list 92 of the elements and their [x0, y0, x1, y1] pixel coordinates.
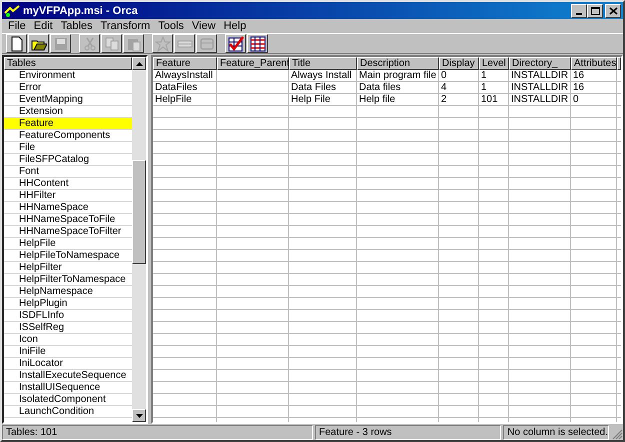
menu-item[interactable]: Tables — [56, 19, 96, 33]
table-list-item[interactable]: FeatureComponents — [4, 130, 132, 142]
table-list-item[interactable]: Feature — [4, 118, 132, 130]
table-cell[interactable]: 2 — [439, 94, 479, 106]
table-list-item[interactable]: Font — [4, 166, 132, 178]
table-cell[interactable]: 1 — [479, 82, 509, 94]
scissors-icon — [82, 36, 98, 52]
table-list-item[interactable]: InstallExecuteSequence — [4, 370, 132, 382]
table-cell[interactable]: Always Install — [289, 70, 357, 82]
column-header[interactable]: Level — [479, 57, 509, 70]
column-header[interactable]: Title — [289, 57, 357, 70]
table-cell[interactable]: INSTALLDIR — [509, 70, 571, 82]
table-list-item[interactable]: IsolatedComponent — [4, 394, 132, 406]
copy-icon — [104, 36, 120, 52]
app-icon — [4, 4, 20, 18]
column-header[interactable]: Description — [357, 57, 439, 70]
table-cell[interactable]: 16 — [571, 82, 617, 94]
table-list-item[interactable]: File — [4, 142, 132, 154]
table-cell[interactable]: INSTALLDIR — [509, 82, 571, 94]
menu-item[interactable]: Transform — [96, 19, 154, 33]
column-header[interactable]: Feature — [153, 57, 217, 70]
table-cell[interactable]: HelpFile — [153, 94, 217, 106]
scrollbar-thumb[interactable] — [132, 160, 146, 264]
new-file-icon — [8, 36, 24, 52]
scroll-down-button[interactable] — [132, 409, 146, 422]
table-cell[interactable]: 1 — [479, 70, 509, 82]
resize-grip-icon — [611, 428, 623, 440]
table-list-item[interactable]: HelpFile — [4, 238, 132, 250]
maximize-icon — [590, 6, 600, 14]
table-list-item[interactable]: LaunchCondition — [4, 406, 132, 418]
table-list-item[interactable]: FileSFPCatalog — [4, 154, 132, 166]
table-list-item[interactable]: HelpFilterToNamespace — [4, 274, 132, 286]
table-list-item[interactable]: HelpNamespace — [4, 286, 132, 298]
striped-table-icon — [250, 36, 266, 52]
toolbar-button[interactable] — [225, 34, 246, 53]
menu-item[interactable]: View — [188, 19, 220, 33]
table-icon — [198, 36, 214, 52]
table-cell[interactable]: 0 — [439, 70, 479, 82]
star-icon — [154, 36, 170, 52]
table-cell[interactable]: 0 — [571, 94, 617, 106]
table-cell[interactable]: 4 — [439, 82, 479, 94]
column-header[interactable]: Tables — [4, 57, 132, 70]
table-list-item[interactable]: Error — [4, 82, 132, 94]
menu-item[interactable]: File — [4, 19, 30, 33]
table-cell[interactable]: Data Files — [289, 82, 357, 94]
table-list-item[interactable]: InstallUISequence — [4, 382, 132, 394]
table-list-item[interactable]: HHFilter — [4, 190, 132, 202]
scroll-up-button[interactable] — [132, 57, 146, 70]
column-header[interactable]: Display — [439, 57, 479, 70]
menu-item[interactable]: Tools — [154, 19, 188, 33]
table-list-item[interactable]: HHNameSpaceToFile — [4, 214, 132, 226]
toolbar-button[interactable] — [6, 34, 27, 53]
toolbar-button[interactable] — [28, 34, 49, 53]
status-text: Feature - 3 rows — [315, 425, 502, 440]
status-text: Tables: 101 — [2, 425, 313, 440]
table-cell[interactable]: AlwaysInstall — [153, 70, 217, 82]
menu-item[interactable]: Help — [220, 19, 250, 33]
table-list-item[interactable]: HHNameSpace — [4, 202, 132, 214]
table-list-item[interactable]: ISSelfReg — [4, 322, 132, 334]
table-list-item[interactable]: IniLocator — [4, 358, 132, 370]
table-list-item[interactable]: EventMapping — [4, 94, 132, 106]
table-cell[interactable]: 16 — [571, 70, 617, 82]
table-cell[interactable]: Help file — [357, 94, 439, 106]
table-list-item[interactable]: HHContent — [4, 178, 132, 190]
table-list-item[interactable]: ISDFLInfo — [4, 310, 132, 322]
toolbar-button[interactable] — [247, 34, 268, 53]
table-cell[interactable]: DataFiles — [153, 82, 217, 94]
maximize-button[interactable] — [587, 4, 603, 18]
table-list-item[interactable]: Environment — [4, 70, 132, 82]
down-arrow-icon — [136, 414, 142, 418]
status-text: No column is selected. — [503, 425, 609, 440]
checkmark-grid-icon — [228, 36, 244, 52]
minimize-button[interactable] — [571, 4, 587, 18]
minimize-icon — [576, 12, 582, 14]
column-header[interactable]: Attributes — [571, 57, 617, 70]
close-button[interactable] — [605, 4, 621, 18]
table-list-item[interactable]: HelpFileToNamespace — [4, 250, 132, 262]
table-cell[interactable]: INSTALLDIR — [509, 94, 571, 106]
column-header[interactable]: Directory_ — [509, 57, 571, 70]
up-arrow-icon — [136, 62, 142, 66]
table-cell[interactable]: 101 — [479, 94, 509, 106]
close-icon — [608, 6, 618, 14]
table-cell[interactable]: Help File — [289, 94, 357, 106]
table-list-item[interactable]: Icon — [4, 334, 132, 346]
table-list-item[interactable]: IniFile — [4, 346, 132, 358]
table-cell[interactable]: Data files — [357, 82, 439, 94]
menu-item[interactable]: Edit — [30, 19, 57, 33]
table-list-item[interactable]: HelpPlugin — [4, 298, 132, 310]
table-list-item[interactable]: HHNameSpaceToFilter — [4, 226, 132, 238]
table-cell[interactable]: Main program file — [357, 70, 439, 82]
table-list-item[interactable]: HelpFilter — [4, 262, 132, 274]
window-title: myVFPApp.msi - Orca — [23, 4, 139, 16]
